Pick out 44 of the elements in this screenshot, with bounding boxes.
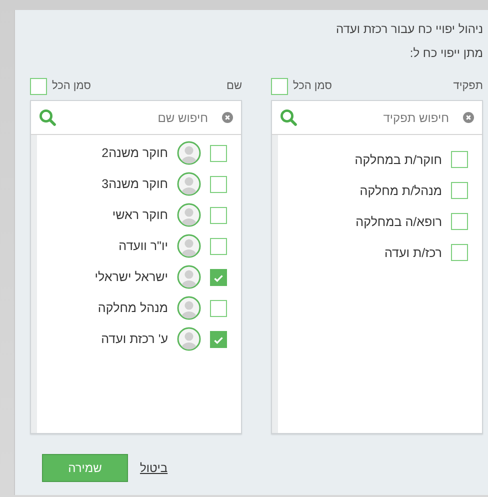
select-all-label[interactable]: סמן הכל — [52, 80, 91, 92]
column-heading: תפקיד — [453, 80, 483, 92]
search-icon[interactable] — [39, 109, 56, 126]
checkbox[interactable] — [210, 300, 227, 316]
checkbox[interactable] — [271, 78, 288, 94]
person-name: חוקר משנה3 — [102, 177, 168, 191]
avatar-icon — [177, 141, 201, 165]
checkbox[interactable] — [451, 182, 468, 199]
search-icon[interactable] — [280, 109, 297, 126]
checkbox[interactable] — [210, 144, 227, 162]
select-all-label[interactable]: סמן הכל — [293, 80, 332, 92]
role-name: מנהל/ת מחלקה — [360, 184, 442, 198]
clear-icon[interactable] — [463, 112, 474, 123]
avatar-icon — [177, 172, 201, 196]
column-heading: שם — [226, 80, 242, 92]
avatar-icon — [177, 203, 201, 227]
person-name: ישראל ישראלי — [94, 270, 168, 284]
checkbox[interactable] — [451, 213, 468, 230]
dialog-title: ניהול יפויי כח עבור רכזת ועדה — [334, 21, 483, 37]
role-name: רופא/ה במחלקה — [356, 214, 442, 228]
dialog-subtitle: מתן ייפוי כח ל: — [408, 45, 483, 61]
checkbox[interactable] — [210, 268, 227, 286]
avatar-icon — [177, 265, 201, 289]
avatar-icon — [177, 327, 201, 351]
checkbox[interactable] — [451, 244, 468, 261]
person-name: חוקר משנה2 — [102, 146, 168, 160]
checkbox[interactable] — [210, 330, 227, 348]
avatar-icon — [177, 296, 201, 320]
checkbox[interactable] — [30, 78, 47, 94]
person-name: מנהל מחלקה — [98, 301, 168, 315]
role-name: חוקר/ת במחלקה — [354, 152, 442, 166]
checkbox[interactable] — [210, 176, 227, 192]
search-field[interactable]: חיפוש תפקיד — [335, 110, 455, 126]
checkbox[interactable] — [451, 151, 468, 168]
role-name: רכז/ת ועדה — [384, 246, 442, 260]
search-field[interactable]: חיפוש שם — [94, 110, 214, 126]
avatar-icon — [177, 234, 201, 258]
checkbox[interactable] — [210, 206, 227, 224]
clear-icon[interactable] — [222, 112, 233, 123]
checkbox[interactable] — [210, 238, 227, 254]
person-name: ע' רכזת ועדה — [101, 332, 168, 346]
person-name: חוקר ראשי — [112, 208, 168, 222]
person-name: יו"ר וועדה — [118, 239, 168, 253]
cancel-link[interactable]: ביטול — [140, 461, 168, 475]
